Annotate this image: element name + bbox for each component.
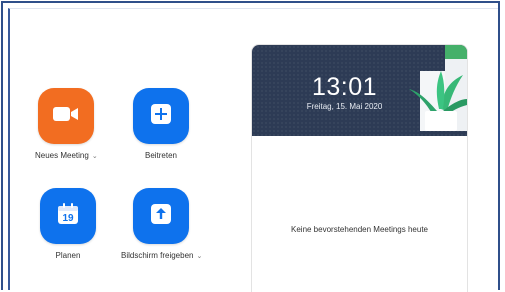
share-screen-label: Bildschirm freigeben [121,251,194,260]
new-meeting-label: Neues Meeting [35,151,89,160]
schedule-button[interactable]: 19 [40,188,96,244]
join-action[interactable]: Beitreten [133,88,189,160]
upload-arrow-icon [150,203,172,230]
join-label: Beitreten [144,151,178,160]
join-button[interactable] [133,88,189,144]
calendar-icon: 19 [56,202,80,231]
clock-header: 13:01 Freitag, 15. Mai 2020 [252,45,467,136]
plant-illustration-icon [407,45,467,141]
video-camera-icon [52,105,80,128]
schedule-label-row[interactable]: Planen [40,251,96,260]
plus-icon [150,103,172,130]
share-screen-button[interactable] [133,188,189,244]
calendar-day: 19 [62,213,74,224]
chevron-down-icon[interactable]: ⌄ [92,152,98,160]
join-label-row[interactable]: Beitreten [133,151,189,160]
upcoming-meetings-panel: 13:01 Freitag, 15. Mai 2020 Keine bevors… [251,44,468,292]
new-meeting-action[interactable]: Neues Meeting ⌄ [35,88,98,160]
no-meetings-message: Keine bevorstehenden Meetings heute [291,225,428,234]
share-screen-action[interactable]: Bildschirm freigeben ⌄ [121,188,202,260]
new-meeting-button[interactable] [38,88,95,144]
new-meeting-label-row[interactable]: Neues Meeting ⌄ [35,151,98,160]
schedule-label: Planen [55,251,81,260]
schedule-action[interactable]: 19 Planen [40,188,96,260]
share-screen-label-row[interactable]: Bildschirm freigeben ⌄ [121,251,202,260]
chevron-down-icon[interactable]: ⌄ [196,252,202,260]
